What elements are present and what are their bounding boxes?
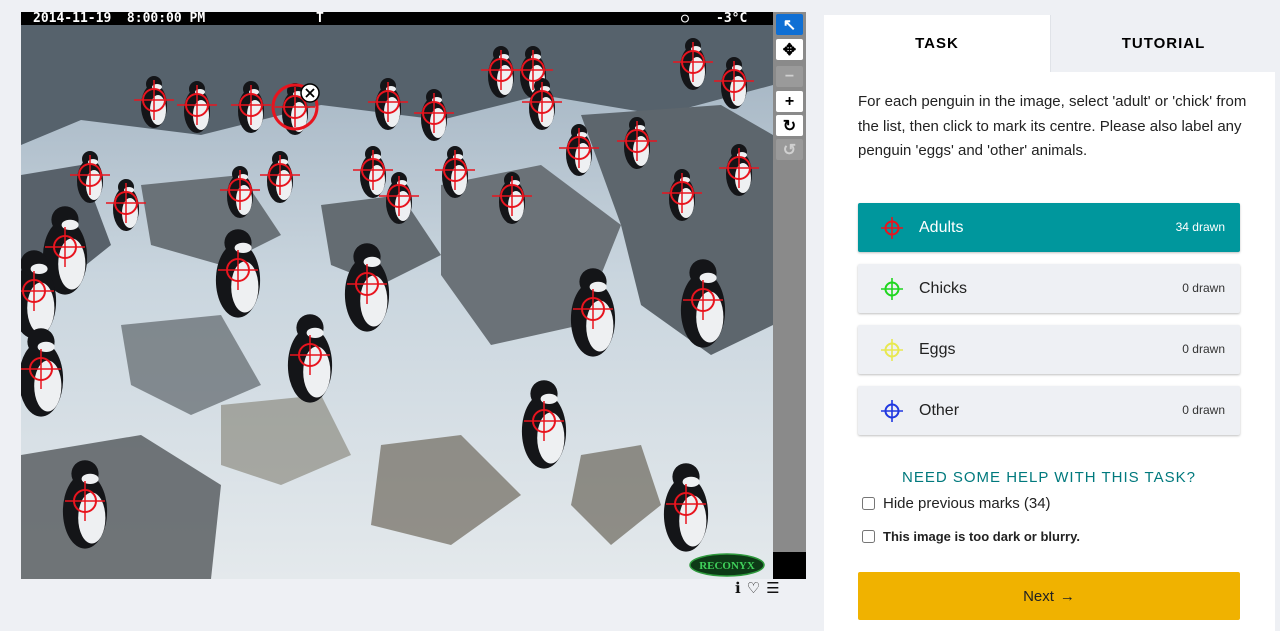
choice-label: Chicks — [919, 280, 968, 297]
subject-image-canvas[interactable]: RECONYX — [21, 25, 773, 579]
camera-info-bar: 2014-11-19 8:00:00 PM T ○ -3°C — [21, 12, 773, 25]
tab-tutorial[interactable]: TUTORIAL — [1050, 15, 1276, 72]
task-panel: TASK TUTORIAL For each penguin in the im… — [824, 15, 1276, 631]
choice-label: Eggs — [919, 341, 956, 358]
heart-icon[interactable]: ♡ — [747, 581, 760, 597]
task-tabs: TASK TUTORIAL — [824, 15, 1276, 72]
pointer-tool-button[interactable]: ↖ — [776, 14, 803, 35]
camera-tag: T — [316, 11, 324, 26]
tab-task[interactable]: TASK — [824, 15, 1050, 72]
camera-timestamp: 2014-11-19 8:00:00 PM — [33, 11, 206, 26]
zoom-in-tool-button[interactable]: + — [776, 91, 803, 112]
choice-label: Other — [919, 402, 960, 419]
choice-adults[interactable]: Adults 34 drawn — [858, 203, 1240, 252]
task-instructions: For each penguin in the image, select 'a… — [858, 93, 1247, 159]
moon-phase-icon: ○ — [681, 11, 689, 26]
viewer-toolbar: ↖ ✥ − + ↻ ↺ — [773, 12, 806, 552]
choice-eggs[interactable]: Eggs 0 drawn — [858, 325, 1240, 374]
subject-image[interactable]: RECONYX — [21, 25, 773, 579]
subject-viewer: 2014-11-19 8:00:00 PM T ○ -3°C RECONYX ↖… — [21, 12, 806, 579]
crosshair-icon — [881, 400, 903, 422]
reset-tool-button[interactable]: ↺ — [776, 139, 803, 160]
hide-previous-marks-label: Hide previous marks (34) — [883, 495, 1051, 512]
hide-previous-marks-checkbox[interactable] — [862, 497, 875, 510]
hide-previous-marks-row[interactable]: Hide previous marks (34) — [862, 495, 1051, 512]
reconyx-logo: RECONYX — [689, 553, 765, 577]
crosshair-icon — [881, 217, 903, 239]
need-help-link[interactable]: NEED SOME HELP WITH THIS TASK? — [858, 469, 1240, 486]
too-dark-row[interactable]: This image is too dark or blurry. — [862, 529, 1080, 544]
camera-temperature: -3°C — [716, 11, 748, 26]
move-tool-button[interactable]: ✥ — [776, 39, 803, 60]
arrow-right-icon: → — [1059, 587, 1075, 605]
choice-count: 0 drawn — [1182, 281, 1225, 295]
subject-meta-icons: ℹ ♡ ☰ — [735, 580, 780, 598]
choice-other[interactable]: Other 0 drawn — [858, 386, 1240, 435]
next-label: Next — [1023, 587, 1054, 605]
too-dark-label: This image is too dark or blurry. — [883, 529, 1080, 544]
too-dark-checkbox[interactable] — [862, 530, 875, 543]
rotate-tool-button[interactable]: ↻ — [776, 115, 803, 136]
choice-count: 0 drawn — [1182, 342, 1225, 356]
choice-chicks[interactable]: Chicks 0 drawn — [858, 264, 1240, 313]
crosshair-icon — [881, 339, 903, 361]
choice-label: Adults — [919, 219, 964, 236]
list-icon[interactable]: ☰ — [766, 581, 779, 597]
info-icon[interactable]: ℹ — [735, 581, 741, 597]
next-button[interactable]: Next → — [858, 572, 1240, 620]
reconyx-logo-text: RECONYX — [699, 560, 755, 572]
choice-count: 0 drawn — [1182, 403, 1225, 417]
choice-count: 34 drawn — [1175, 220, 1225, 234]
zoom-out-tool-button[interactable]: − — [776, 66, 803, 87]
crosshair-icon — [881, 278, 903, 300]
